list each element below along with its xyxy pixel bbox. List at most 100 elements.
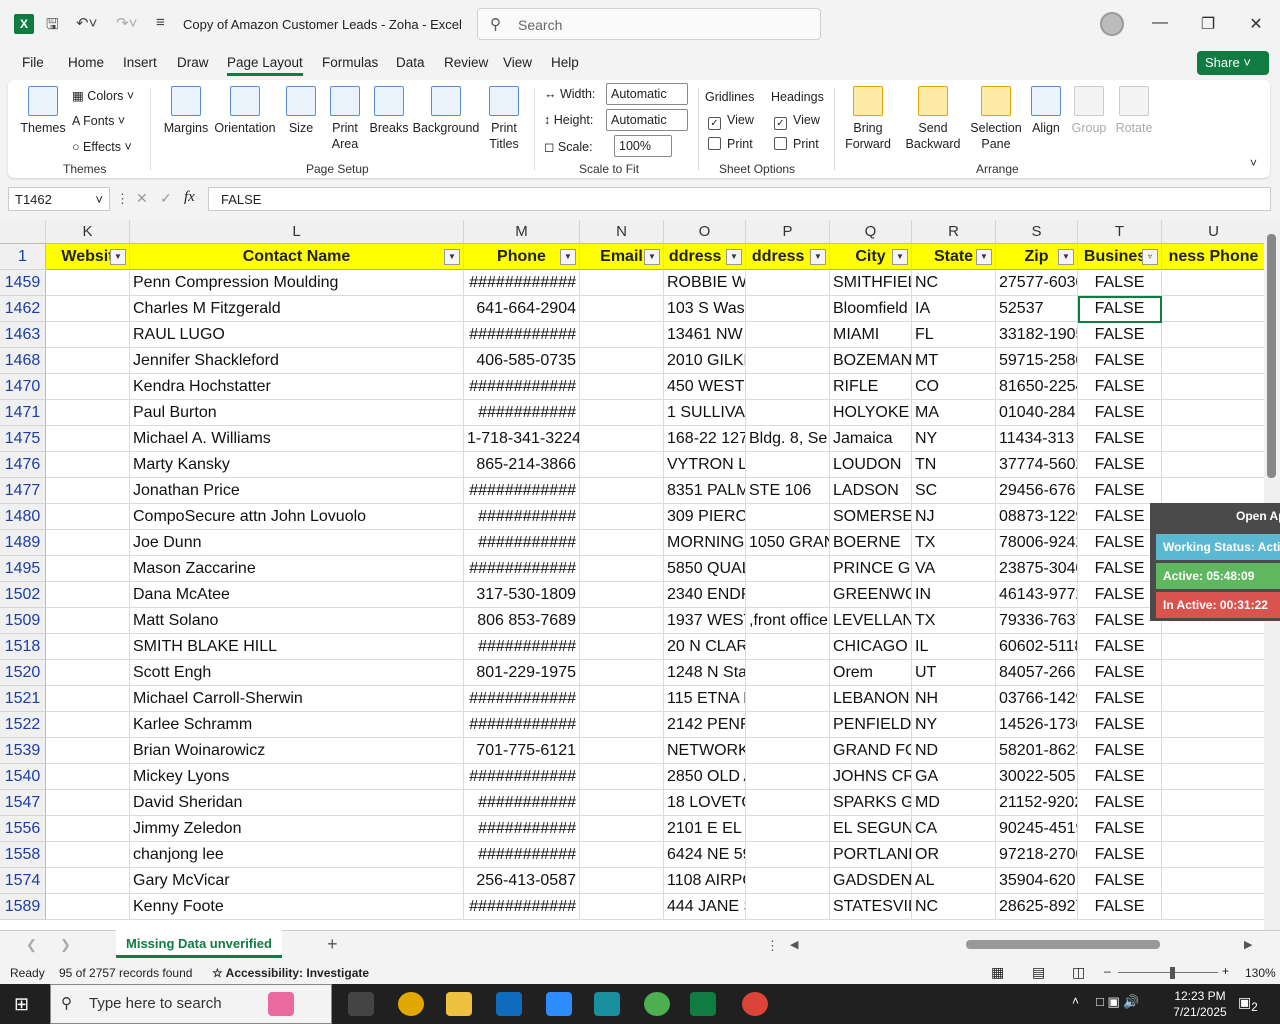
table-cell[interactable]: LEVELLAN: [830, 608, 912, 634]
table-cell[interactable]: 2142 PENFIELD RD: [664, 712, 746, 738]
table-cell[interactable]: FALSE: [1078, 712, 1162, 738]
table-cell[interactable]: [580, 530, 664, 556]
table-cell[interactable]: Jamaica: [830, 426, 912, 452]
table-cell[interactable]: [746, 868, 830, 894]
table-cell[interactable]: ###########: [464, 634, 580, 660]
filter-dropdown-icon[interactable]: ▼: [444, 249, 460, 265]
table-cell[interactable]: 865-214-3866: [464, 452, 580, 478]
table-cell[interactable]: Jennifer Shackleford: [130, 348, 464, 374]
undo-icon[interactable]: ↶˅: [76, 14, 97, 32]
table-cell[interactable]: 27577-6030: [996, 270, 1078, 296]
notifications-icon[interactable]: ▣2: [1238, 994, 1258, 1014]
next-sheet-icon[interactable]: ❯: [60, 937, 71, 953]
table-cell[interactable]: [46, 816, 130, 842]
customize-quick-access-icon[interactable]: ≡: [156, 14, 165, 31]
table-cell[interactable]: 33182-1905: [996, 322, 1078, 348]
table-cell[interactable]: [746, 894, 830, 920]
tab-missing-data-unverified[interactable]: Missing Data unverified: [116, 930, 282, 958]
table-cell[interactable]: 444 JANE SOWERS R: [664, 894, 746, 920]
zoom-slider[interactable]: [1118, 972, 1218, 973]
table-cell[interactable]: [46, 894, 130, 920]
filter-dropdown-icon[interactable]: ▼: [560, 249, 576, 265]
header-cell[interactable]: ddress Li ▼: [746, 244, 830, 270]
filter-dropdown-icon[interactable]: ▼: [110, 249, 126, 265]
table-cell[interactable]: [46, 452, 130, 478]
table-cell[interactable]: [46, 634, 130, 660]
zoom-out-icon[interactable]: –: [1104, 964, 1111, 978]
table-cell[interactable]: [580, 322, 664, 348]
group-button[interactable]: Group: [1070, 86, 1108, 136]
table-cell[interactable]: 37774-5602: [996, 452, 1078, 478]
open-app-label[interactable]: Open Ap: [1236, 509, 1280, 523]
row-header[interactable]: 1540: [0, 764, 46, 790]
breaks-button[interactable]: Breaks: [368, 86, 410, 136]
table-cell[interactable]: GRAND FO: [830, 738, 912, 764]
table-cell[interactable]: 5850 QUALITY WAY: [664, 556, 746, 582]
table-cell[interactable]: Paul Burton: [130, 400, 464, 426]
table-cell[interactable]: ############: [464, 322, 580, 348]
table-cell[interactable]: IL: [912, 634, 996, 660]
minimize-icon[interactable]: —: [1150, 14, 1170, 32]
table-cell[interactable]: [46, 296, 130, 322]
table-cell[interactable]: [746, 452, 830, 478]
header-cell[interactable]: Email ▼: [580, 244, 664, 270]
header-cell[interactable]: Business ▿: [1078, 244, 1162, 270]
table-cell[interactable]: NY: [912, 712, 996, 738]
table-cell[interactable]: [746, 400, 830, 426]
table-cell[interactable]: [580, 426, 664, 452]
table-cell[interactable]: FALSE: [1078, 322, 1162, 348]
table-cell[interactable]: [580, 504, 664, 530]
table-cell[interactable]: 78006-9242: [996, 530, 1078, 556]
table-cell[interactable]: [580, 894, 664, 920]
column-header-r[interactable]: R: [912, 220, 996, 244]
excel-taskbar-icon[interactable]: [690, 992, 716, 1016]
table-cell[interactable]: TN: [912, 452, 996, 478]
table-cell[interactable]: LEBANON: [830, 686, 912, 712]
table-cell[interactable]: FALSE: [1078, 374, 1162, 400]
table-cell[interactable]: [746, 686, 830, 712]
margins-button[interactable]: Margins: [162, 86, 210, 136]
table-cell[interactable]: FALSE: [1078, 270, 1162, 296]
table-cell[interactable]: [580, 842, 664, 868]
table-cell[interactable]: [46, 582, 130, 608]
table-cell[interactable]: 03766-1429: [996, 686, 1078, 712]
table-cell[interactable]: 59715-2580: [996, 348, 1078, 374]
table-cell[interactable]: ############: [464, 478, 580, 504]
table-cell[interactable]: 90245-4519: [996, 816, 1078, 842]
table-cell[interactable]: [46, 504, 130, 530]
column-header-m[interactable]: M: [464, 220, 580, 244]
tab-formulas[interactable]: Formulas: [322, 55, 378, 70]
table-cell[interactable]: [46, 530, 130, 556]
column-header-s[interactable]: S: [996, 220, 1078, 244]
column-header-o[interactable]: O: [664, 220, 746, 244]
table-cell[interactable]: 1 SULLIVAN RD: [664, 400, 746, 426]
header-cell[interactable]: ness Phone: [1162, 244, 1264, 270]
table-cell[interactable]: [46, 348, 130, 374]
zoom-slider-thumb[interactable]: [1170, 967, 1175, 979]
table-cell[interactable]: 103 S Washington St: [664, 296, 746, 322]
table-cell[interactable]: [46, 374, 130, 400]
table-cell[interactable]: PRINCE GE: [830, 556, 912, 582]
table-cell[interactable]: [46, 686, 130, 712]
table-cell[interactable]: Penn Compression Moulding: [130, 270, 464, 296]
filter-dropdown-icon[interactable]: ▼: [976, 249, 992, 265]
table-cell[interactable]: 11434-313: [996, 426, 1078, 452]
column-header-l[interactable]: L: [130, 220, 464, 244]
table-cell[interactable]: [580, 556, 664, 582]
tab-help[interactable]: Help: [551, 55, 579, 70]
table-cell[interactable]: SMITH BLAKE HILL: [130, 634, 464, 660]
table-cell[interactable]: MIAMI: [830, 322, 912, 348]
print-area-button[interactable]: Print Area: [324, 86, 366, 152]
row-header[interactable]: 1556: [0, 816, 46, 842]
table-cell[interactable]: 81650-2254: [996, 374, 1078, 400]
table-cell[interactable]: 2850 OLD ALABAMA R: [664, 764, 746, 790]
table-cell[interactable]: IN: [912, 582, 996, 608]
row-header[interactable]: 1539: [0, 738, 46, 764]
table-cell[interactable]: Gary McVicar: [130, 868, 464, 894]
table-cell[interactable]: ,front office: [746, 608, 830, 634]
insert-function-icon[interactable]: fx: [184, 189, 195, 206]
table-cell[interactable]: [746, 660, 830, 686]
table-cell[interactable]: 13461 NW 19TH LN PR: [664, 322, 746, 348]
table-cell[interactable]: 79336-7637: [996, 608, 1078, 634]
table-cell[interactable]: 2010 GILKERSON DR: [664, 348, 746, 374]
